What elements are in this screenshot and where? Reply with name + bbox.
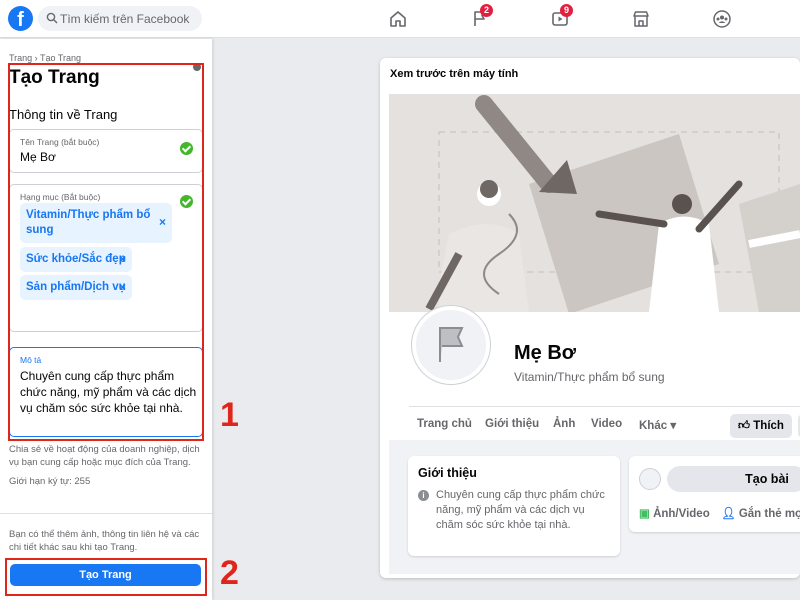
search-box[interactable]: Tìm kiếm trên Facebook	[38, 6, 202, 31]
tag-people-icon: 👤︎	[721, 508, 736, 520]
page-avatar	[412, 306, 490, 384]
like-button[interactable]: 👍︎ Thích	[730, 414, 792, 438]
top-navigation-bar: f Tìm kiếm trên Facebook 2 9	[0, 0, 800, 38]
page-avatar	[639, 468, 661, 490]
desktop-preview: Xem trước trên máy tính Mẹ Bơ Vitamin/Th…	[380, 58, 800, 578]
like-label: Thích	[753, 420, 784, 432]
tab-home[interactable]: Trang chủ	[417, 418, 472, 430]
intro-title: Giới thiệu	[418, 466, 477, 480]
flag-icon[interactable]: 2	[470, 4, 493, 29]
cover-illustration	[389, 94, 800, 314]
annotation-box-2	[5, 558, 207, 596]
description-help-text: Chia sẻ về hoạt động của doanh nghiệp, d…	[9, 444, 200, 468]
divider	[409, 406, 800, 407]
preview-title: Xem trước trên máy tính	[390, 68, 519, 80]
create-post-button[interactable]: Tạo bài	[667, 466, 800, 492]
facebook-logo[interactable]: f	[8, 6, 33, 31]
marketplace-icon[interactable]	[631, 9, 651, 29]
tab-photos[interactable]: Ảnh	[553, 418, 575, 430]
search-icon	[46, 12, 58, 24]
annotation-number-1: 1	[220, 396, 239, 434]
photo-icon: ▣	[639, 508, 650, 520]
photo-video-label: Ảnh/Video	[653, 508, 710, 520]
annotation-box-1	[8, 63, 204, 441]
search-placeholder: Tìm kiếm trên Facebook	[60, 12, 190, 26]
notification-badge: 9	[560, 4, 573, 17]
page-name: Mẹ Bơ	[514, 342, 577, 364]
thumbs-up-icon: 👍︎	[738, 420, 751, 432]
tab-about[interactable]: Giới thiệu	[485, 418, 539, 430]
photo-video-button[interactable]: ▣ Ảnh/Video	[639, 506, 710, 520]
annotation-number-2: 2	[220, 554, 239, 592]
tab-videos[interactable]: Video	[591, 418, 622, 430]
char-limit-text: Giới hạn ký tự: 255	[9, 476, 91, 487]
flag-icon	[439, 327, 464, 362]
divider	[0, 513, 212, 514]
cover-photo	[389, 94, 800, 314]
watch-icon[interactable]: 9	[550, 4, 573, 29]
groups-icon[interactable]	[712, 9, 732, 29]
intro-card: Giới thiệu i Chuyên cung cấp thực phẩm c…	[408, 456, 620, 556]
tag-people-label: Gắn thẻ mọ	[738, 508, 800, 520]
info-icon: i	[418, 490, 429, 501]
home-icon[interactable]	[388, 9, 408, 29]
tab-more[interactable]: Khác ▾	[639, 418, 676, 432]
notification-badge: 2	[480, 4, 493, 17]
intro-text: Chuyên cung cấp thực phẩm chức năng, mỹ …	[436, 489, 605, 531]
create-post-card: Tạo bài ▣ Ảnh/Video 👤︎ Gắn thẻ mọ	[629, 456, 800, 532]
preview-canvas: Mẹ Bơ Vitamin/Thực phẩm bổ sung Trang ch…	[389, 94, 800, 574]
footer-note: Bạn có thể thêm ảnh, thông tin liên hệ v…	[9, 529, 200, 553]
tag-people-button[interactable]: 👤︎ Gắn thẻ mọ	[721, 506, 800, 520]
breadcrumb[interactable]: Trang › Tạo Trang	[9, 53, 81, 63]
page-category: Vitamin/Thực phẩm bổ sung	[514, 370, 665, 384]
